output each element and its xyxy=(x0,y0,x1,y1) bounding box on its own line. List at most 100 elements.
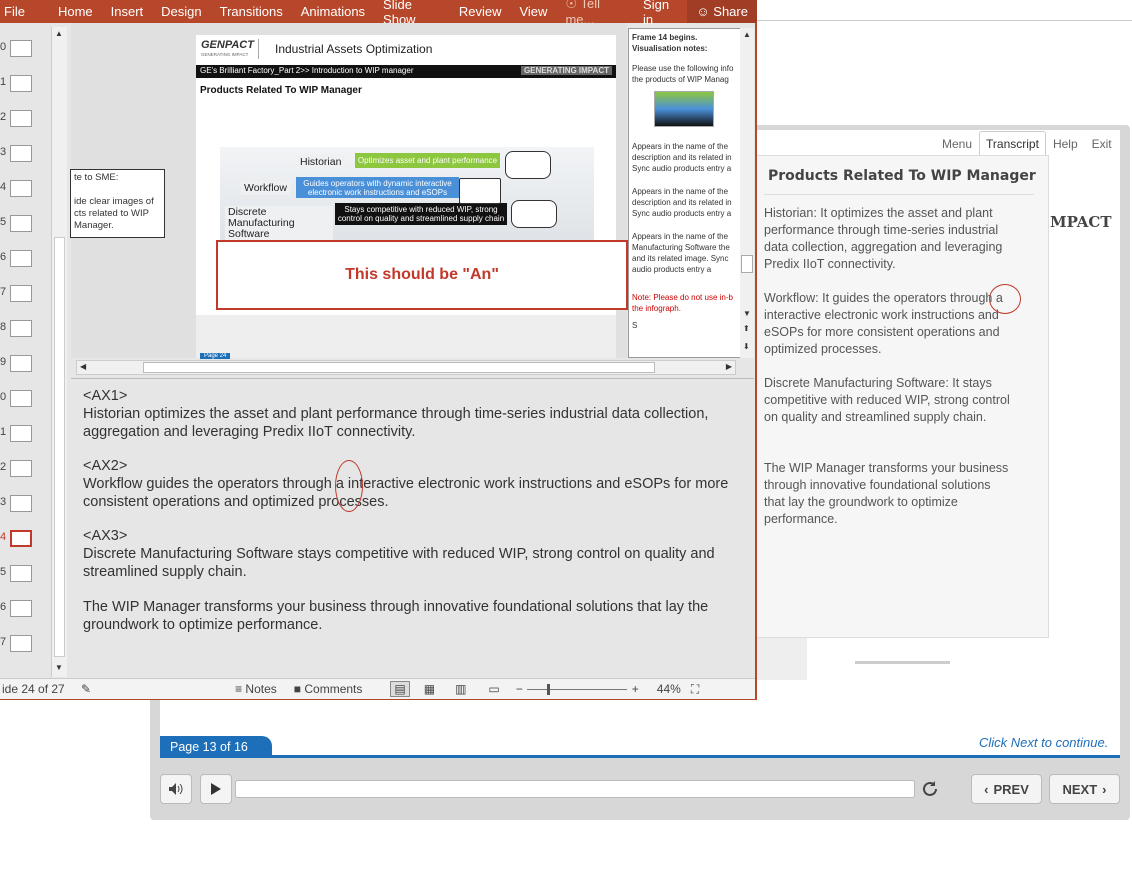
slide-thumbnail[interactable] xyxy=(10,530,32,547)
side-notes-line: S xyxy=(632,321,638,330)
slide-thumbnail[interactable] xyxy=(10,460,32,477)
slide-sorter-icon[interactable]: ▦ xyxy=(424,682,435,696)
note-text: Discrete Manufacturing Software stays co… xyxy=(83,546,715,580)
genpact-logo: GENPACT xyxy=(201,39,254,51)
scroll-right-icon[interactable]: ▶ xyxy=(726,362,732,371)
next-button[interactable]: NEXT › xyxy=(1049,774,1120,804)
annotation-circle xyxy=(989,284,1021,314)
thumbnail-number: 5 xyxy=(0,566,7,578)
slide-thumbnail[interactable] xyxy=(10,285,32,302)
divider xyxy=(160,755,1120,758)
thumbnail-number: 3 xyxy=(0,146,7,158)
notes-button[interactable]: ≡ Notes xyxy=(235,682,277,696)
play-button[interactable] xyxy=(200,774,232,804)
tab-help[interactable]: Help xyxy=(1046,131,1085,155)
volume-button[interactable] xyxy=(160,774,192,804)
normal-view-icon[interactable]: ▤ xyxy=(390,681,410,697)
slide-thumbnail[interactable] xyxy=(10,145,32,162)
logo-fragment: MPACT xyxy=(1050,213,1112,231)
scroll-up-icon[interactable]: ▲ xyxy=(743,30,751,39)
tab-transcript[interactable]: Transcript xyxy=(979,131,1046,155)
tab-view[interactable]: View xyxy=(510,4,556,19)
note-tag: <AX2> xyxy=(83,458,128,474)
thumbnail-image xyxy=(654,91,714,127)
zoom-in-icon[interactable]: + xyxy=(632,682,639,696)
lightbulb-icon: ☉ xyxy=(565,0,578,11)
tab-insert[interactable]: Insert xyxy=(102,4,153,19)
slide-thumbnail[interactable] xyxy=(10,75,32,92)
slide-heading: Products Related To WIP Manager xyxy=(200,85,362,96)
horizontal-scrollbar[interactable]: ◀ ▶ xyxy=(76,360,736,375)
slide-thumbnail[interactable] xyxy=(10,390,32,407)
replay-icon[interactable] xyxy=(921,780,941,801)
share-button[interactable]: ☺ Share xyxy=(687,0,757,23)
prev-slide-icon[interactable]: ⬆ xyxy=(743,324,750,333)
tab-transitions[interactable]: Transitions xyxy=(211,4,292,19)
zoom-level[interactable]: 44% xyxy=(657,682,681,696)
notes-label: Notes xyxy=(245,682,277,696)
zoom-slider[interactable] xyxy=(526,683,627,695)
tab-file[interactable]: File xyxy=(0,4,49,19)
tab-review[interactable]: Review xyxy=(450,4,511,19)
tab-design[interactable]: Design xyxy=(152,4,210,19)
slide-thumbnail[interactable] xyxy=(10,110,32,127)
slide-thumbnail[interactable] xyxy=(10,355,32,372)
thumbnail-number: 3 xyxy=(0,496,7,508)
player-tabs: Menu Transcript Help Exit xyxy=(935,131,1119,155)
comment-icon: ■ xyxy=(293,682,302,696)
next-slide-icon[interactable]: ⬇ xyxy=(743,342,750,351)
slide-scrollbar[interactable]: ▲ ▼ ⬆ ⬇ xyxy=(740,28,754,358)
device-image xyxy=(505,151,551,179)
notes-pane[interactable]: <AX1> Historian optimizes the asset and … xyxy=(71,378,754,676)
slide-thumbnail[interactable] xyxy=(10,215,32,232)
tab-home[interactable]: Home xyxy=(49,4,102,19)
scroll-thumb[interactable] xyxy=(143,362,655,373)
prev-button[interactable]: ‹ PREV xyxy=(971,774,1042,804)
slide-thumbnail[interactable] xyxy=(10,40,32,57)
thumbnail-number: 8 xyxy=(0,321,7,333)
slideshow-icon[interactable]: ▭ xyxy=(488,682,499,696)
side-notes-line: Appears in the name of the Manufacturing… xyxy=(632,232,730,274)
thumbnail-number: 1 xyxy=(0,76,7,88)
tab-animations[interactable]: Animations xyxy=(292,4,374,19)
reading-view-icon[interactable]: ▥ xyxy=(455,682,466,696)
sme-note-text: te to SME: ide clear images of cts relat… xyxy=(74,172,154,231)
slide-thumbnail[interactable] xyxy=(10,565,32,582)
zoom-slider-thumb[interactable] xyxy=(546,683,550,695)
sign-in-link[interactable]: Sign in xyxy=(634,0,687,27)
header-bar-brand: GENERATING IMPACT xyxy=(520,66,612,75)
notes-edit-icon[interactable]: ✎ xyxy=(81,682,91,696)
scroll-left-icon[interactable]: ◀ xyxy=(80,362,86,371)
scroll-down-icon[interactable]: ▼ xyxy=(55,663,63,672)
slide-thumbnail[interactable] xyxy=(10,180,32,197)
divider xyxy=(258,39,259,59)
seek-bar[interactable] xyxy=(235,780,915,798)
thumbnail-number: 6 xyxy=(0,601,7,613)
slide-thumbnail[interactable] xyxy=(10,425,32,442)
scroll-thumb[interactable] xyxy=(741,255,753,273)
side-notes-line: Visualisation notes: xyxy=(632,44,708,53)
scroll-up-icon[interactable]: ▲ xyxy=(55,29,63,38)
slide-thumbnail[interactable] xyxy=(10,600,32,617)
thumbnail-number: 2 xyxy=(0,461,7,473)
slide-thumbnail[interactable] xyxy=(10,320,32,337)
zoom-out-icon[interactable]: − xyxy=(516,682,523,696)
slide-thumbnail[interactable] xyxy=(10,250,32,267)
thumbnail-number: 4 xyxy=(0,531,7,543)
thumbnail-scrollbar[interactable]: ▲ ▼ xyxy=(51,27,67,677)
slide-image-fragment xyxy=(757,638,807,680)
continue-hint: Click Next to continue. xyxy=(979,735,1109,750)
fit-to-window-icon[interactable]: ⛶ xyxy=(691,682,699,697)
tab-exit[interactable]: Exit xyxy=(1085,131,1119,155)
scroll-thumb[interactable] xyxy=(54,237,65,657)
scroll-down-icon[interactable]: ▼ xyxy=(743,309,751,318)
side-notes-warning: Note: Please do not use in-b the infogra… xyxy=(632,293,733,313)
note-text: The WIP Manager transforms your business… xyxy=(83,599,709,633)
tab-menu[interactable]: Menu xyxy=(935,131,979,155)
thumbnail-number: 0 xyxy=(0,391,7,403)
slide-thumbnail[interactable] xyxy=(10,495,32,512)
speaker-icon xyxy=(169,783,183,795)
sme-note: te to SME: ide clear images of cts relat… xyxy=(70,169,165,238)
comments-button[interactable]: ■ Comments xyxy=(294,682,363,696)
slide-thumbnail[interactable] xyxy=(10,635,32,652)
